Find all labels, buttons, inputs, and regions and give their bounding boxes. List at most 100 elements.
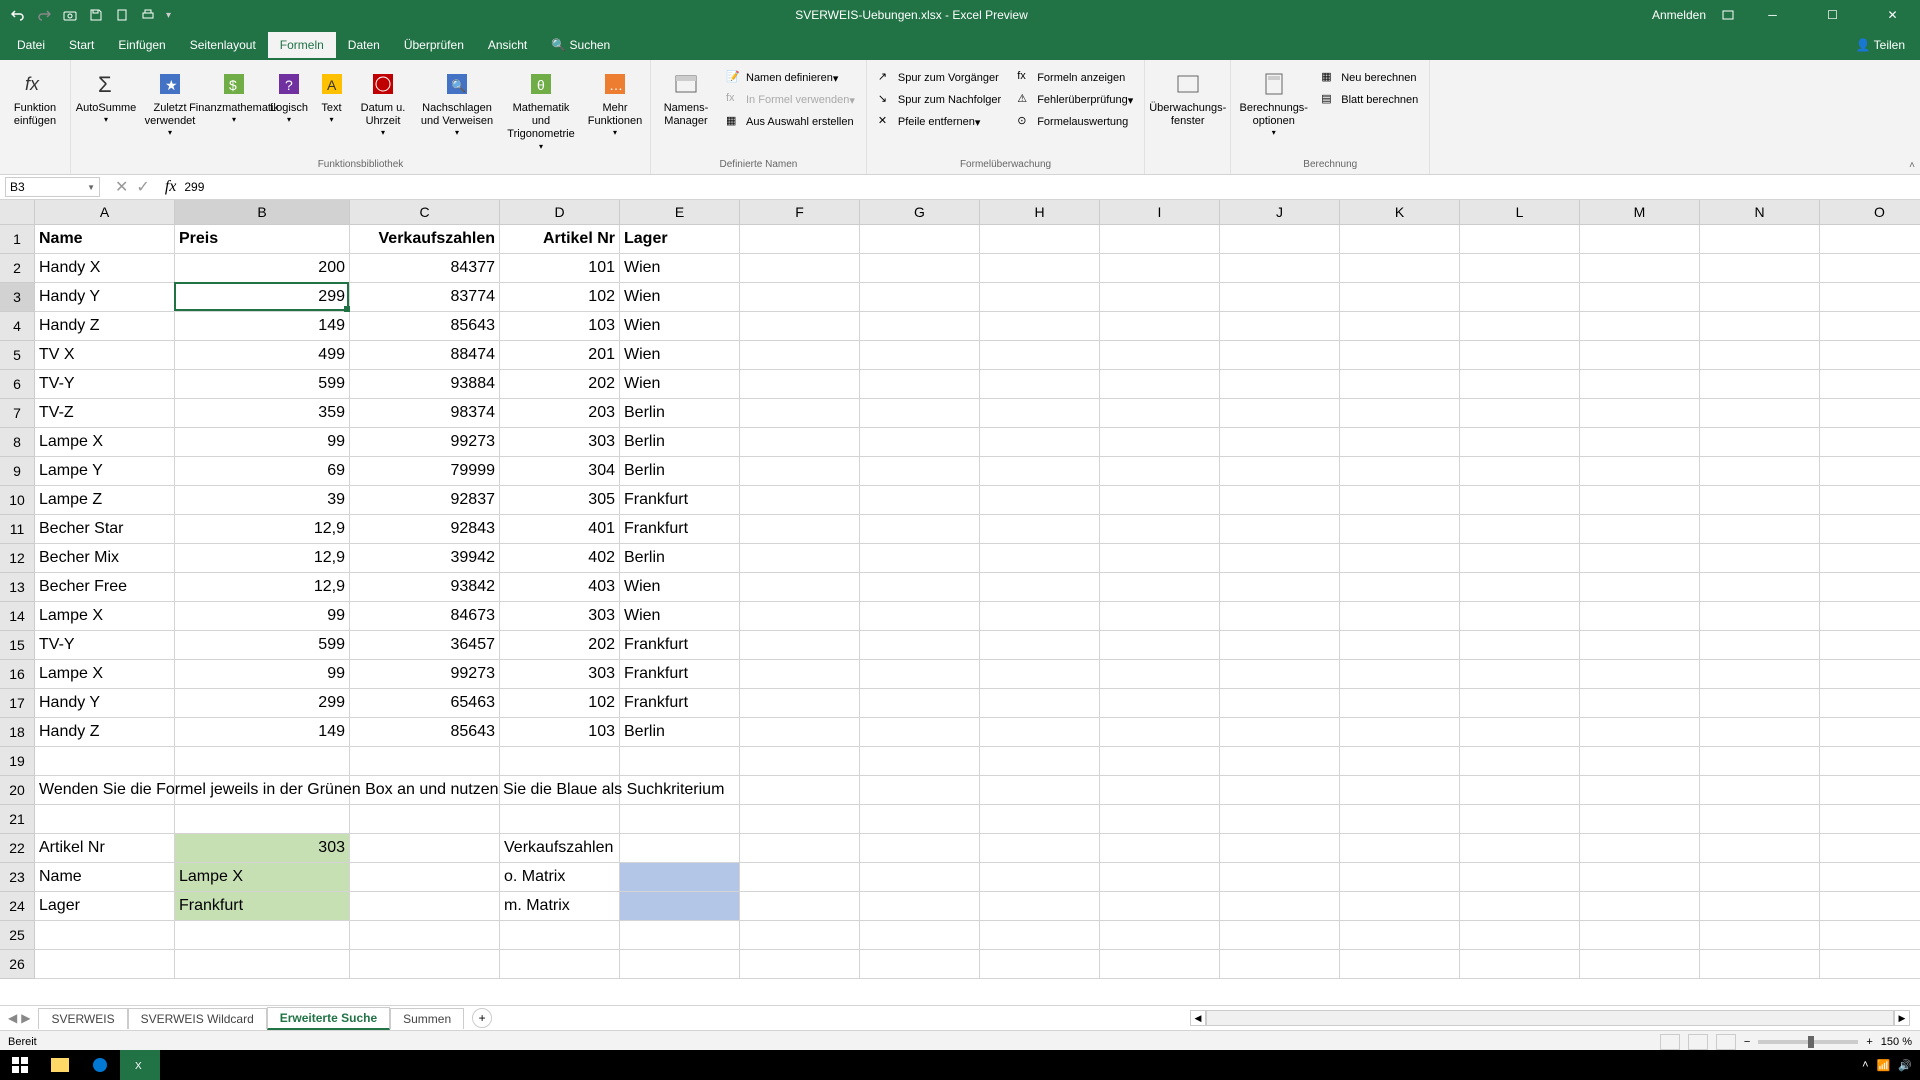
cell[interactable]: [1100, 312, 1220, 341]
spreadsheet-grid[interactable]: ABCDEFGHIJKLMNO 123456789101112131415161…: [0, 200, 1920, 1005]
cell[interactable]: [620, 863, 740, 892]
prev-sheet-icon[interactable]: ◀: [8, 1011, 17, 1025]
cell[interactable]: [860, 892, 980, 921]
cell[interactable]: 149: [175, 312, 350, 341]
sheet-tab-sverweis[interactable]: SVERWEIS: [38, 1008, 127, 1029]
cell[interactable]: Wien: [620, 283, 740, 312]
collapse-ribbon-icon[interactable]: ˄: [1909, 160, 1915, 171]
cell[interactable]: [1820, 921, 1920, 950]
cell[interactable]: [1460, 805, 1580, 834]
cell[interactable]: [860, 718, 980, 747]
trace-precedents-button[interactable]: ↗Spur zum Vorgänger: [874, 68, 1005, 88]
cell[interactable]: Lampe Y: [35, 457, 175, 486]
cell[interactable]: [1580, 950, 1700, 979]
cell[interactable]: 203: [500, 399, 620, 428]
cell[interactable]: [1220, 631, 1340, 660]
cell[interactable]: [1700, 834, 1820, 863]
cell[interactable]: [1700, 921, 1820, 950]
cell[interactable]: [980, 515, 1100, 544]
cell[interactable]: [1820, 370, 1920, 399]
cell[interactable]: [1340, 660, 1460, 689]
cell[interactable]: [1340, 950, 1460, 979]
redo-icon[interactable]: [36, 7, 52, 23]
explorer-icon[interactable]: [40, 1050, 80, 1080]
cell[interactable]: [1220, 892, 1340, 921]
cell[interactable]: 303: [500, 428, 620, 457]
cell[interactable]: [1820, 283, 1920, 312]
cell[interactable]: [1340, 631, 1460, 660]
cell[interactable]: [1220, 776, 1340, 805]
cell[interactable]: [1580, 718, 1700, 747]
cell[interactable]: 101: [500, 254, 620, 283]
cell[interactable]: Berlin: [620, 428, 740, 457]
cell[interactable]: [350, 863, 500, 892]
cell[interactable]: [1580, 399, 1700, 428]
cell[interactable]: [1340, 486, 1460, 515]
formula-input[interactable]: 299: [176, 180, 1920, 194]
cell[interactable]: [350, 892, 500, 921]
cell[interactable]: [1100, 892, 1220, 921]
cell[interactable]: [1820, 428, 1920, 457]
row-header-19[interactable]: 19: [0, 747, 35, 776]
cell[interactable]: [1820, 312, 1920, 341]
cell[interactable]: [740, 921, 860, 950]
cell[interactable]: 201: [500, 341, 620, 370]
cell[interactable]: [1700, 399, 1820, 428]
cell[interactable]: [1700, 544, 1820, 573]
cell[interactable]: [1580, 428, 1700, 457]
row-header-8[interactable]: 8: [0, 428, 35, 457]
cell[interactable]: 84673: [350, 602, 500, 631]
cell[interactable]: 402: [500, 544, 620, 573]
cell[interactable]: [740, 776, 860, 805]
ribbon-display-icon[interactable]: [1721, 8, 1735, 22]
cell[interactable]: [980, 544, 1100, 573]
cell[interactable]: [980, 457, 1100, 486]
cell[interactable]: [980, 776, 1100, 805]
cell[interactable]: [1700, 428, 1820, 457]
cell[interactable]: [1340, 573, 1460, 602]
cell[interactable]: [1100, 950, 1220, 979]
cell[interactable]: [1700, 457, 1820, 486]
cell[interactable]: 303: [500, 602, 620, 631]
cell[interactable]: Name: [35, 225, 175, 254]
cell[interactable]: [980, 834, 1100, 863]
cell[interactable]: Frankfurt: [620, 631, 740, 660]
cell[interactable]: [1220, 254, 1340, 283]
row-header-26[interactable]: 26: [0, 950, 35, 979]
cell[interactable]: [1100, 660, 1220, 689]
cell[interactable]: Lampe Z: [35, 486, 175, 515]
cell[interactable]: [980, 747, 1100, 776]
cell[interactable]: [1100, 921, 1220, 950]
cell[interactable]: [1340, 370, 1460, 399]
cell[interactable]: [1100, 863, 1220, 892]
cell[interactable]: [1220, 225, 1340, 254]
cell[interactable]: [1580, 341, 1700, 370]
cell[interactable]: [1100, 573, 1220, 602]
cell[interactable]: [1700, 689, 1820, 718]
cell[interactable]: [1580, 312, 1700, 341]
enter-formula-icon[interactable]: ✓: [136, 177, 149, 197]
row-header-10[interactable]: 10: [0, 486, 35, 515]
cell[interactable]: [1700, 254, 1820, 283]
cell[interactable]: [1340, 805, 1460, 834]
cell[interactable]: Berlin: [620, 718, 740, 747]
zoom-slider[interactable]: [1758, 1040, 1858, 1044]
cell[interactable]: [500, 747, 620, 776]
cell[interactable]: [620, 747, 740, 776]
cell[interactable]: [1820, 457, 1920, 486]
cell[interactable]: [740, 631, 860, 660]
cell[interactable]: [1580, 631, 1700, 660]
cell[interactable]: [740, 428, 860, 457]
cell[interactable]: [1220, 689, 1340, 718]
cell[interactable]: 202: [500, 370, 620, 399]
cell[interactable]: [980, 428, 1100, 457]
error-checking-button[interactable]: ⚠Fehlerüberprüfung ▾: [1013, 90, 1137, 110]
column-header-A[interactable]: A: [35, 200, 175, 225]
cell[interactable]: [1100, 457, 1220, 486]
cell[interactable]: Lager: [620, 225, 740, 254]
cell[interactable]: [1820, 834, 1920, 863]
cell[interactable]: [1100, 834, 1220, 863]
cell[interactable]: 12,9: [175, 573, 350, 602]
cell[interactable]: [1220, 428, 1340, 457]
text-button[interactable]: AText▾: [314, 66, 349, 127]
